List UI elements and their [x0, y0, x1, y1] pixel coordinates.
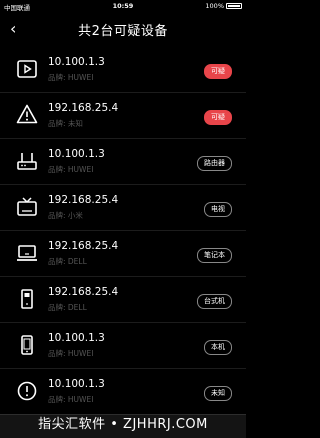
device-row[interactable]: 10.100.1.3 品牌: HUWEI 未知 — [0, 368, 246, 415]
device-tag: 可疑 — [204, 64, 232, 79]
device-brand: 品牌: HUWEI — [48, 165, 94, 174]
device-brand: 品牌: DELL — [48, 303, 87, 312]
device-ip: 192.168.25.4 — [48, 194, 119, 206]
tv-icon — [17, 197, 37, 216]
device-ip: 10.100.1.3 — [48, 378, 105, 390]
device-ip: 10.100.1.3 — [48, 332, 105, 344]
desktop-icon — [21, 289, 33, 309]
device-ip: 10.100.1.3 — [48, 56, 105, 68]
device-brand: 品牌: HUWEI — [48, 349, 94, 358]
device-row[interactable]: 10.100.1.3 品牌: HUWEI 路由器 — [0, 138, 246, 185]
device-tag: 电视 — [204, 202, 232, 217]
device-tag: 路由器 — [197, 156, 232, 171]
status-bar: 中国联通 10:59 100% — [0, 0, 246, 12]
device-row[interactable]: 192.168.25.4 品牌: 小米 电视 — [0, 184, 246, 231]
phone-icon — [21, 335, 33, 355]
router-icon — [17, 153, 37, 170]
device-ip: 10.100.1.3 — [48, 148, 105, 160]
page-title: 共2台可疑设备 — [78, 24, 168, 39]
device-ip: 192.168.25.4 — [48, 102, 119, 114]
tv-play-icon — [17, 60, 37, 78]
device-tag: 笔记本 — [197, 248, 232, 263]
device-tag: 台式机 — [197, 294, 232, 309]
device-brand: 品牌: HUWEI — [48, 395, 94, 404]
watermark-banner: 指尖汇软件 • ZJHHRJ.COM — [0, 414, 246, 438]
battery-percent: 100% — [205, 2, 224, 10]
battery-icon — [226, 3, 242, 9]
device-brand: 品牌: 未知 — [48, 119, 83, 128]
device-tag: 未知 — [204, 386, 232, 401]
nav-header: ‹ 共2台可疑设备 — [0, 16, 246, 44]
device-ip: 192.168.25.4 — [48, 240, 119, 252]
device-brand: 品牌: DELL — [48, 257, 87, 266]
device-row[interactable]: 192.168.25.4 品牌: DELL 笔记本 — [0, 230, 246, 277]
warning-icon — [16, 104, 38, 124]
device-row[interactable]: 10.100.1.3 品牌: HUWEI 可疑 — [0, 46, 246, 93]
device-brand: 品牌: 小米 — [48, 211, 83, 220]
laptop-icon — [17, 245, 37, 261]
device-row[interactable]: 192.168.25.4 品牌: 未知 可疑 — [0, 92, 246, 139]
device-row[interactable]: 10.100.1.3 品牌: HUWEI 本机 — [0, 322, 246, 369]
device-ip: 192.168.25.4 — [48, 286, 119, 298]
device-row[interactable]: 192.168.25.4 品牌: DELL 台式机 — [0, 276, 246, 323]
device-brand: 品牌: HUWEI — [48, 73, 94, 82]
unknown-icon — [17, 381, 37, 401]
device-tag: 本机 — [204, 340, 232, 355]
device-tag: 可疑 — [204, 110, 232, 125]
